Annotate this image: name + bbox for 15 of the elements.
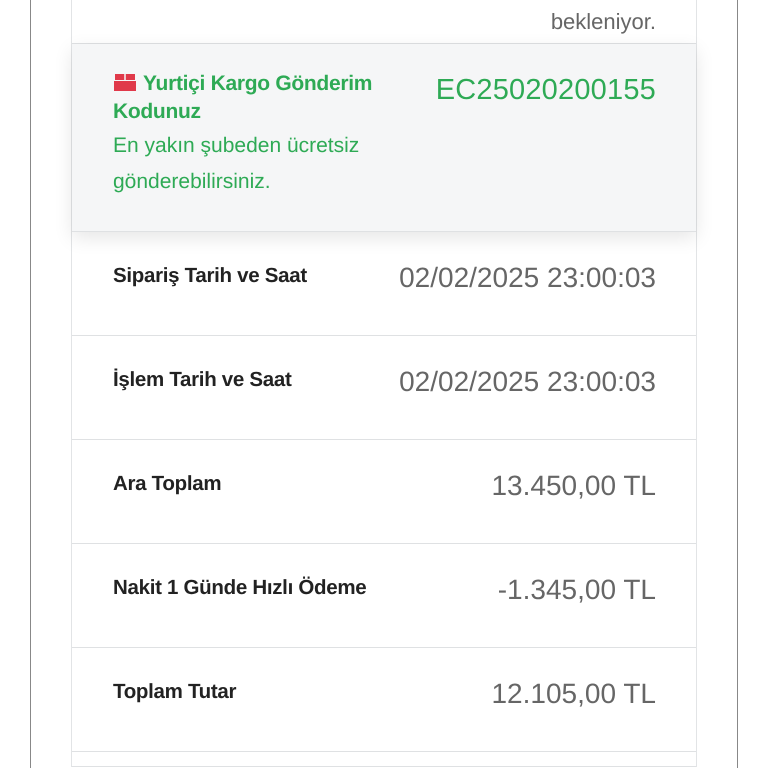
package-icon bbox=[113, 72, 137, 92]
shipping-title: Yurtiçi Kargo Gönderim Kodunuz bbox=[113, 71, 374, 125]
shipping-code: EC25020200155 bbox=[436, 74, 656, 108]
detail-label: Ara Toplam bbox=[113, 472, 222, 496]
detail-value: 12.105,00 TL bbox=[491, 678, 656, 710]
detail-value: 02/02/2025 23:00:03 bbox=[399, 262, 656, 294]
status-text: bekleniyor. bbox=[550, 9, 656, 35]
detail-value: 13.450,00 TL bbox=[491, 470, 656, 502]
shipping-note: En yakın şubeden ücretsiz gönderebilirsiniz. bbox=[113, 133, 360, 195]
detail-label: İşlem Tarih ve Saat bbox=[113, 368, 292, 392]
detail-label: Nakit 1 Günde Hızlı Ödeme bbox=[113, 576, 366, 600]
detail-label: Toplam Tutar bbox=[113, 680, 236, 704]
detail-value: 02/02/2025 23:00:03 bbox=[399, 366, 656, 398]
detail-label: Sipariş Tarih ve Saat bbox=[113, 264, 307, 288]
detail-value: -1.345,00 TL bbox=[498, 574, 656, 606]
